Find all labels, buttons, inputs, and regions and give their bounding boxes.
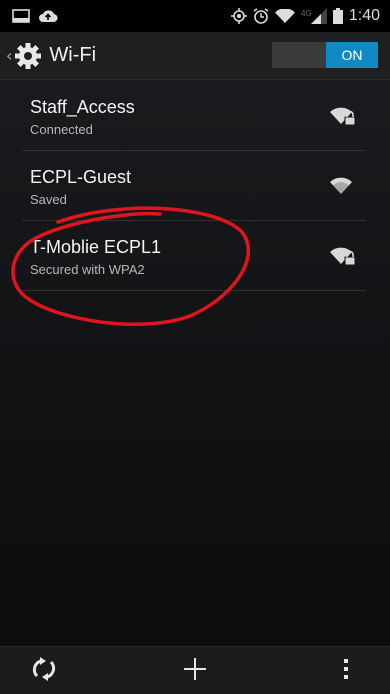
network-status: Connected [30,122,93,137]
action-bar: ‹ Wi-Fi ON [0,32,390,80]
chevron-left-icon: ‹ [6,46,13,65]
status-right: 4G 1:40 [230,7,380,25]
status-time: 1:40 [348,7,380,24]
toggle-on-label: ON [326,42,378,68]
network-status: Saved [30,192,67,207]
wifi-lock-icon [330,106,356,130]
network-name: ECPL-Guest [30,167,132,187]
battery-icon [332,8,343,24]
network-item-t-moblie-ecpl1[interactable]: T-Moblie ECPL1 Secured with WPA2 [22,221,366,291]
add-network-icon [182,656,208,686]
scan-refresh-button[interactable] [24,651,64,691]
location-icon [230,8,247,24]
wifi-lock-icon [330,246,356,270]
cloud-upload-icon [38,9,58,23]
status-left [12,9,58,23]
wifi-icon [274,8,295,24]
wifi-settings-screen: 4G 1:40 ‹ Wi-Fi ON Staff_Access Connecte… [0,0,390,694]
overflow-menu-icon [342,657,350,685]
network-name: Staff_Access [30,97,135,117]
network-item-staff-access[interactable]: Staff_Access Connected [22,81,366,151]
alarm-icon [253,8,269,24]
add-network-button[interactable] [175,651,215,691]
wifi-toggle-switch[interactable]: ON [272,42,378,68]
svg-text:4G: 4G [301,9,312,18]
network-status: Secured with WPA2 [30,262,145,277]
network-list: Staff_Access Connected ECPL-Guest Saved [0,81,390,291]
settings-gear-icon [13,41,43,71]
bottom-action-bar [0,646,390,694]
screenshot-icon [12,9,30,23]
network-name: T-Moblie ECPL1 [30,237,162,257]
network-item-ecpl-guest[interactable]: ECPL-Guest Saved [22,151,366,221]
wifi-icon [330,176,356,200]
scan-refresh-icon [31,656,57,686]
overflow-menu-button[interactable] [326,651,366,691]
page-title: Wi-Fi [49,44,97,66]
cellular-signal-icon: 4G [301,8,327,24]
status-bar: 4G 1:40 [0,0,390,32]
up-navigation-button[interactable]: ‹ [0,32,43,79]
